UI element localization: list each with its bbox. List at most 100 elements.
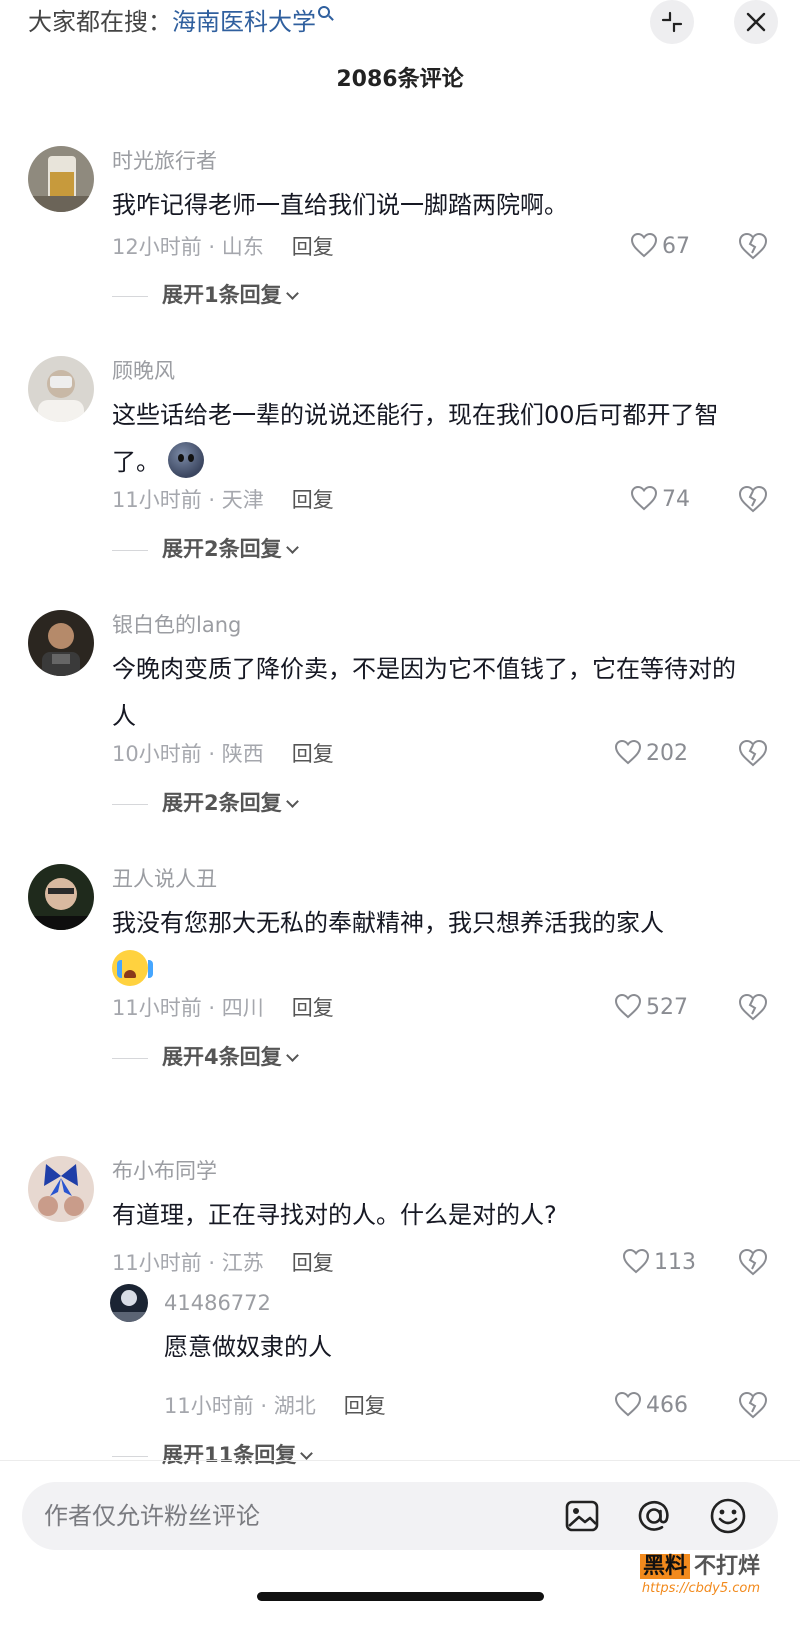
search-icon (318, 6, 330, 18)
home-indicator[interactable] (257, 1592, 544, 1601)
comment-username[interactable]: 丑人说人丑 (112, 864, 217, 894)
comment-username[interactable]: 布小布同学 (112, 1156, 217, 1186)
reply-username[interactable]: 41486772 (164, 1288, 271, 1318)
broken-heart-icon (738, 739, 768, 767)
avatar[interactable] (28, 610, 94, 676)
comment-meta: 10小时前 · 陕西 回复 (112, 739, 334, 769)
dislike-button[interactable] (738, 739, 768, 769)
dislike-button[interactable] (738, 1391, 768, 1421)
comment-text: 有道理，正在寻找对的人。什么是对的人? (112, 1201, 557, 1229)
divider-line (112, 1455, 148, 1457)
comment-input[interactable] (44, 1482, 544, 1550)
reply-text: 愿意做奴隶的人 (164, 1333, 332, 1361)
comment-username[interactable]: 时光旅行者 (112, 146, 217, 176)
heart-icon (630, 232, 658, 258)
collapse-icon (661, 11, 683, 33)
like-count: 74 (662, 487, 690, 512)
expand-replies-label: 展开2条回复 (162, 537, 282, 561)
comment-text: 我咋记得老师一直给我们说一脚踏两院啊。 (112, 191, 568, 219)
blob-emoji-icon (167, 442, 204, 478)
reply-button[interactable]: 回复 (292, 488, 334, 512)
expand-replies-label: 展开11条回复 (162, 1443, 297, 1467)
watermark-slogan: 不打烊 (694, 1554, 761, 1579)
reply-button[interactable]: 回复 (292, 996, 334, 1020)
like-count: 113 (654, 1250, 696, 1275)
comment-text-content: 我没有您那大无私的奉献精神，我只想养活我的家人 (112, 909, 664, 937)
watermark: 黑料 不打烊 https://cbdy5.com (640, 1553, 760, 1597)
dislike-button[interactable] (738, 232, 768, 262)
like-button[interactable]: 74 (630, 485, 690, 515)
like-button[interactable]: 466 (614, 1391, 688, 1421)
comment-meta: 11小时前 · 四川 回复 (112, 993, 334, 1023)
avatar[interactable] (28, 864, 94, 930)
broken-heart-icon (738, 485, 768, 513)
trending-search-hint[interactable]: 大家都在搜：海南医科大学 (28, 4, 330, 40)
like-count: 67 (662, 234, 690, 259)
chevron-down-icon (285, 795, 299, 808)
chevron-down-icon (285, 287, 299, 300)
image-button[interactable] (562, 1496, 602, 1536)
comment-meta: 11小时前 · 江苏 回复 (112, 1248, 334, 1278)
expand-replies-button[interactable]: 展开11条回复 (112, 1440, 314, 1470)
reply-button[interactable]: 回复 (292, 235, 334, 259)
comment-username[interactable]: 银白色的lang (112, 610, 241, 640)
collapse-button[interactable] (650, 0, 694, 44)
like-count: 202 (646, 741, 688, 766)
expand-replies-button[interactable]: 展开2条回复 (112, 788, 299, 818)
comment-text: 我没有您那大无私的奉献精神，我只想养活我的家人 (112, 900, 752, 994)
expand-replies-button[interactable]: 展开4条回复 (112, 1042, 299, 1072)
comment-meta: 12小时前 · 山东 回复 (112, 232, 334, 262)
comment-time-location: 11小时前 · 江苏 (112, 1251, 264, 1275)
expand-replies-label: 展开1条回复 (162, 283, 282, 307)
like-button[interactable]: 527 (614, 993, 688, 1023)
avatar[interactable] (110, 1284, 148, 1322)
like-count: 527 (646, 995, 688, 1020)
like-count: 466 (646, 1393, 688, 1418)
reply-meta: 11小时前 · 湖北 回复 (164, 1391, 386, 1421)
like-button[interactable]: 113 (622, 1248, 696, 1278)
expand-replies-label: 展开4条回复 (162, 1045, 282, 1069)
comment-time-location: 11小时前 · 天津 (112, 488, 264, 512)
expand-replies-label: 展开2条回复 (162, 791, 282, 815)
dislike-button[interactable] (738, 993, 768, 1023)
heart-icon (614, 993, 642, 1019)
chevron-down-icon (285, 1049, 299, 1062)
dislike-button[interactable] (738, 485, 768, 515)
reply-time-location: 11小时前 · 湖北 (164, 1394, 316, 1418)
heart-icon (622, 1248, 650, 1274)
loudly-crying-emoji-icon (112, 950, 153, 986)
emoji-button[interactable] (708, 1496, 748, 1536)
mention-button[interactable] (634, 1496, 674, 1536)
heart-icon (614, 1391, 642, 1417)
heart-icon (630, 485, 658, 511)
chevron-down-icon (285, 541, 299, 554)
comment-text: 今晚肉变质了降价卖，不是因为它不值钱了，它在等待对的人 (112, 655, 736, 730)
divider-line (112, 295, 148, 297)
divider-line (112, 803, 148, 805)
expand-replies-button[interactable]: 展开2条回复 (112, 534, 299, 564)
chevron-down-icon (300, 1447, 314, 1460)
watermark-url: https://cbdy5.com (641, 1581, 761, 1596)
input-divider (0, 1460, 800, 1461)
watermark-text: 黑料 不打烊 (640, 1553, 760, 1581)
comment-input-bar (22, 1482, 778, 1550)
avatar[interactable] (28, 1156, 94, 1222)
reply-button[interactable]: 回复 (292, 742, 334, 766)
search-hint-prefix: 大家都在搜： (28, 8, 172, 36)
like-button[interactable]: 202 (614, 739, 688, 769)
comment-time-location: 12小时前 · 山东 (112, 235, 264, 259)
comment-count: 2086条评论 (336, 67, 464, 92)
close-button[interactable] (734, 0, 778, 44)
like-button[interactable]: 67 (630, 232, 690, 262)
image-icon (565, 1500, 599, 1532)
search-hint-keyword[interactable]: 海南医科大学 (172, 8, 316, 36)
avatar[interactable] (28, 146, 94, 212)
comment-username[interactable]: 顾晚风 (112, 356, 175, 386)
expand-replies-button[interactable]: 展开1条回复 (112, 280, 299, 310)
dislike-button[interactable] (738, 1248, 768, 1278)
broken-heart-icon (738, 1248, 768, 1276)
reply-button[interactable]: 回复 (344, 1394, 386, 1418)
top-bar: 大家都在搜：海南医科大学 (0, 0, 800, 60)
avatar[interactable] (28, 356, 94, 422)
reply-button[interactable]: 回复 (292, 1251, 334, 1275)
